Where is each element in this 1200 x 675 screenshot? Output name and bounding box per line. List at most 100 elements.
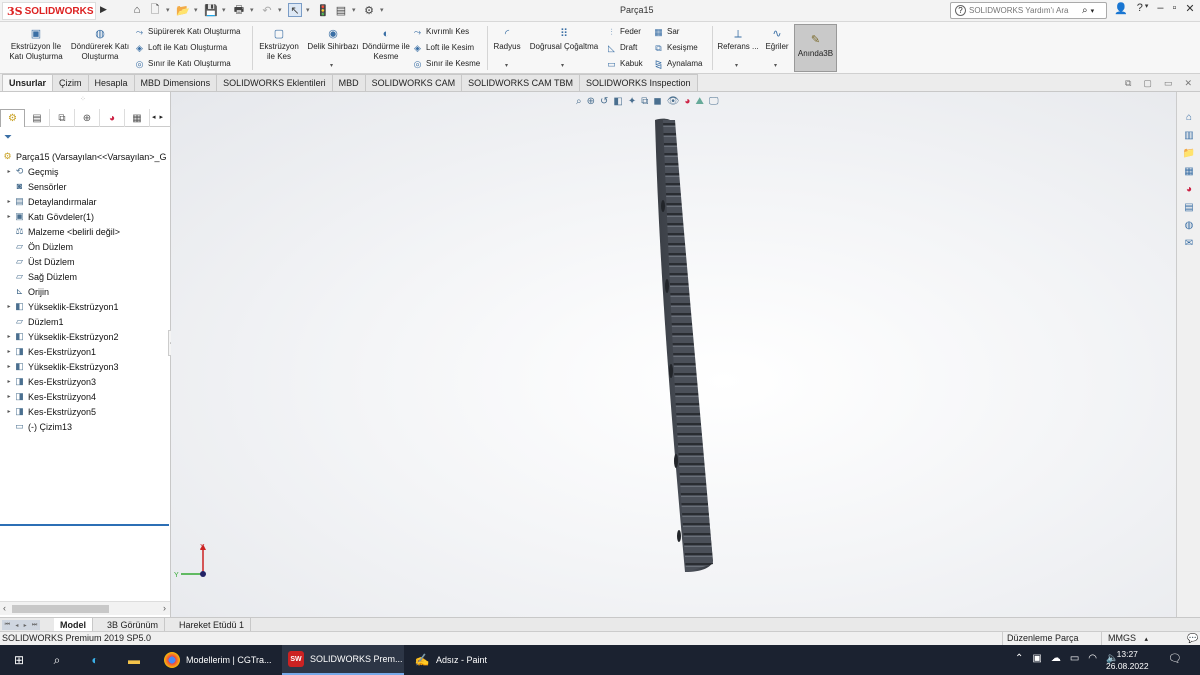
clock[interactable]: 13:27 26.08.2022 [1106,648,1149,672]
tab-cam[interactable]: SOLIDWORKS CAM [364,74,463,91]
tab-mbd-dimensions[interactable]: MBD Dimensions [133,74,218,91]
configuration-manager-tab-icon[interactable]: ⧉ [50,109,75,127]
sweep-boss-button[interactable]: ⤳ Süpürerek Katı Oluşturma [134,26,241,38]
design-library-icon[interactable]: ▥ [1181,128,1197,144]
battery-icon[interactable]: ▭ [1070,653,1079,664]
first-tab-icon[interactable]: ⏮ [5,622,10,629]
help-search-input[interactable] [969,6,1079,15]
display-style-icon[interactable]: ◼ [653,96,661,107]
home-icon[interactable]: ⌂ [130,3,144,17]
tree-item[interactable]: ▸ ◨ Kes-Ekstrüzyon1 [0,344,170,359]
help-dropdown-icon[interactable]: ▾ [1145,2,1149,15]
pattern-dropdown-icon[interactable]: ▾ [561,62,564,69]
tab-features[interactable]: Unsurlar [2,74,54,91]
viewport-close-icon[interactable]: ✕ [1184,78,1192,89]
select-dropdown-icon[interactable]: ▾ [306,6,312,14]
rollback-bar[interactable] [0,524,169,526]
3dexperience-icon[interactable]: ◍ [1181,218,1197,234]
tree-item[interactable]: ▸ ▤ Detaylandırmalar [0,194,170,209]
horizontal-scrollbar[interactable]: ‹ › [0,601,170,615]
file-properties-icon[interactable]: ▤ [334,3,348,17]
linear-pattern-button[interactable]: ⠿ Doğrusal Çoğaltma [526,28,602,52]
taskbar-app-paint[interactable]: ✍ Adsız - Paint [408,645,530,675]
reference-geometry-button[interactable]: ⟂ Referans ... [716,28,760,52]
fillet-dropdown-icon[interactable]: ▾ [505,62,508,69]
undo-dropdown-icon[interactable]: ▾ [278,6,284,14]
tree-item[interactable]: ⚖ Malzeme <belirli değil> [0,224,170,239]
open-file-icon[interactable]: 📂 [176,3,190,17]
sw-resources-icon[interactable]: ⌂ [1181,110,1197,126]
property-manager-tab-icon[interactable]: ▤ [25,109,50,127]
tree-item[interactable]: ⊾ Orijin [0,284,170,299]
help-icon[interactable]: ? [1137,2,1143,15]
save-dropdown-icon[interactable]: ▾ [222,6,228,14]
rib-button[interactable]: ⫶ Feder [606,26,641,38]
panel-grip[interactable]: ⁘ [80,95,86,103]
expand-arrow-icon[interactable]: ▸ [4,168,14,175]
options-gear-icon[interactable]: ⚙ [362,3,376,17]
last-tab-icon[interactable]: ⏭ [32,622,37,629]
scrollbar-thumb[interactable] [12,605,109,613]
tree-item[interactable]: ◙ Sensörler [0,179,170,194]
new-dropdown-icon[interactable]: ▾ [166,6,172,14]
tab-3d-view[interactable]: 3B Görünüm [101,618,166,632]
expand-arrow-icon[interactable]: ▸ [4,303,14,310]
network-icon[interactable]: ☁ [1051,653,1061,664]
new-file-icon[interactable]: 🗋 [148,3,162,17]
tree-item[interactable]: ▸ ◧ Yükseklik-Ekstrüzyon2 [0,329,170,344]
shell-button[interactable]: ▭ Kabuk [606,58,642,70]
forum-icon[interactable]: ✉ [1181,236,1197,252]
expand-arrow-icon[interactable]: ▸ [4,213,14,220]
tree-item[interactable]: ▸ ◨ Kes-Ekstrüzyon3 [0,374,170,389]
intersect-button[interactable]: ⧉ Kesişme [653,42,697,54]
viewport-tile-icon[interactable]: ▢ [1143,78,1152,89]
draft-button[interactable]: ◺ Draft [606,42,637,54]
extrude-boss-button[interactable]: ▣ Ekstrüzyon İle Katı Oluşturma [4,28,68,62]
loft-boss-button[interactable]: ◈ Loft ile Katı Oluşturma [134,42,227,54]
cam-tab-icon[interactable]: ▦ [125,109,150,127]
file-explorer-icon[interactable]: 📁 [1181,146,1197,162]
filter-icon[interactable]: ⏷ [4,132,12,143]
tree-item[interactable]: ▸ ▣ Katı Gövdeler(1) [0,209,170,224]
expand-arrow-icon[interactable]: ▸ [4,348,14,355]
scroll-right-icon[interactable]: › [163,603,166,613]
tree-item[interactable]: ▸ ⟲ Geçmiş [0,164,170,179]
expand-arrow-icon[interactable]: ▸ [4,363,14,370]
tab-evaluate[interactable]: Hesapla [87,74,135,91]
boundary-boss-button[interactable]: ◎ Sınır ile Katı Oluşturma [134,58,231,70]
edit-appearance-icon[interactable]: ◕ [684,96,690,107]
notification-center-icon[interactable]: 🗨 [1168,652,1182,665]
status-message-icon[interactable]: 💬 [1187,633,1198,644]
wrap-button[interactable]: ▦ Sar [653,26,679,38]
meet-now-icon[interactable]: ▣ [1032,653,1041,664]
tab-motion-study[interactable]: Hareket Etüdü 1 [173,618,252,632]
show-hidden-icons-icon[interactable]: ⌃ [1015,653,1023,664]
search-icon[interactable]: ⌕ [1082,5,1088,16]
dynamic-annotation-icon[interactable]: ✦ [628,96,636,107]
expand-arrow-icon[interactable]: ▸ [4,333,14,340]
hole-wizard-button[interactable]: ◉ Delik Sihirbazı [305,28,361,52]
tree-item[interactable]: ▸ ◨ Kes-Ekstrüzyon4 [0,389,170,404]
tree-item[interactable]: ▱ Sağ Düzlem [0,269,170,284]
fillet-button[interactable]: ◜ Radyus [491,28,523,52]
close-icon[interactable]: ✕ [1185,2,1194,15]
file-explorer-icon[interactable]: ▬ [126,652,142,668]
instant3d-button[interactable]: ✎ Anında3B [794,24,837,72]
curves-button[interactable]: ∿ Eğriler [763,28,791,52]
graphics-viewport[interactable]: ⌕ ⊕ ↺ ◧ ✦ ⧉ ◼ 👁 ◕ ⛰ 🖵 X Y [171,92,1176,617]
expand-arrow-icon[interactable]: ▸ [4,198,14,205]
hole-wizard-dropdown-icon[interactable]: ▾ [330,62,333,69]
tab-cam-tbm[interactable]: SOLIDWORKS CAM TBM [461,74,580,91]
revolve-cut-button[interactable]: ◐ Döndürme ile Kesme [362,28,410,62]
tab-sketch[interactable]: Çizim [52,74,89,91]
tab-addins[interactable]: SOLIDWORKS Eklentileri [216,74,333,91]
hide-show-items-icon[interactable]: 👁 [667,96,680,107]
tree-item[interactable]: ▱ Üst Düzlem [0,254,170,269]
menu-expand-icon[interactable]: ▶ [100,4,107,15]
options-dropdown-icon[interactable]: ▾ [380,6,386,14]
gear-model[interactable] [641,116,721,576]
viewport-restore-icon[interactable]: ⧉ [1125,78,1131,89]
mirror-button[interactable]: ⧎ Aynalama [653,58,703,70]
boundary-cut-button[interactable]: ◎ Sınır ile Kesme [412,58,481,70]
scroll-left-icon[interactable]: ‹ [3,603,6,613]
